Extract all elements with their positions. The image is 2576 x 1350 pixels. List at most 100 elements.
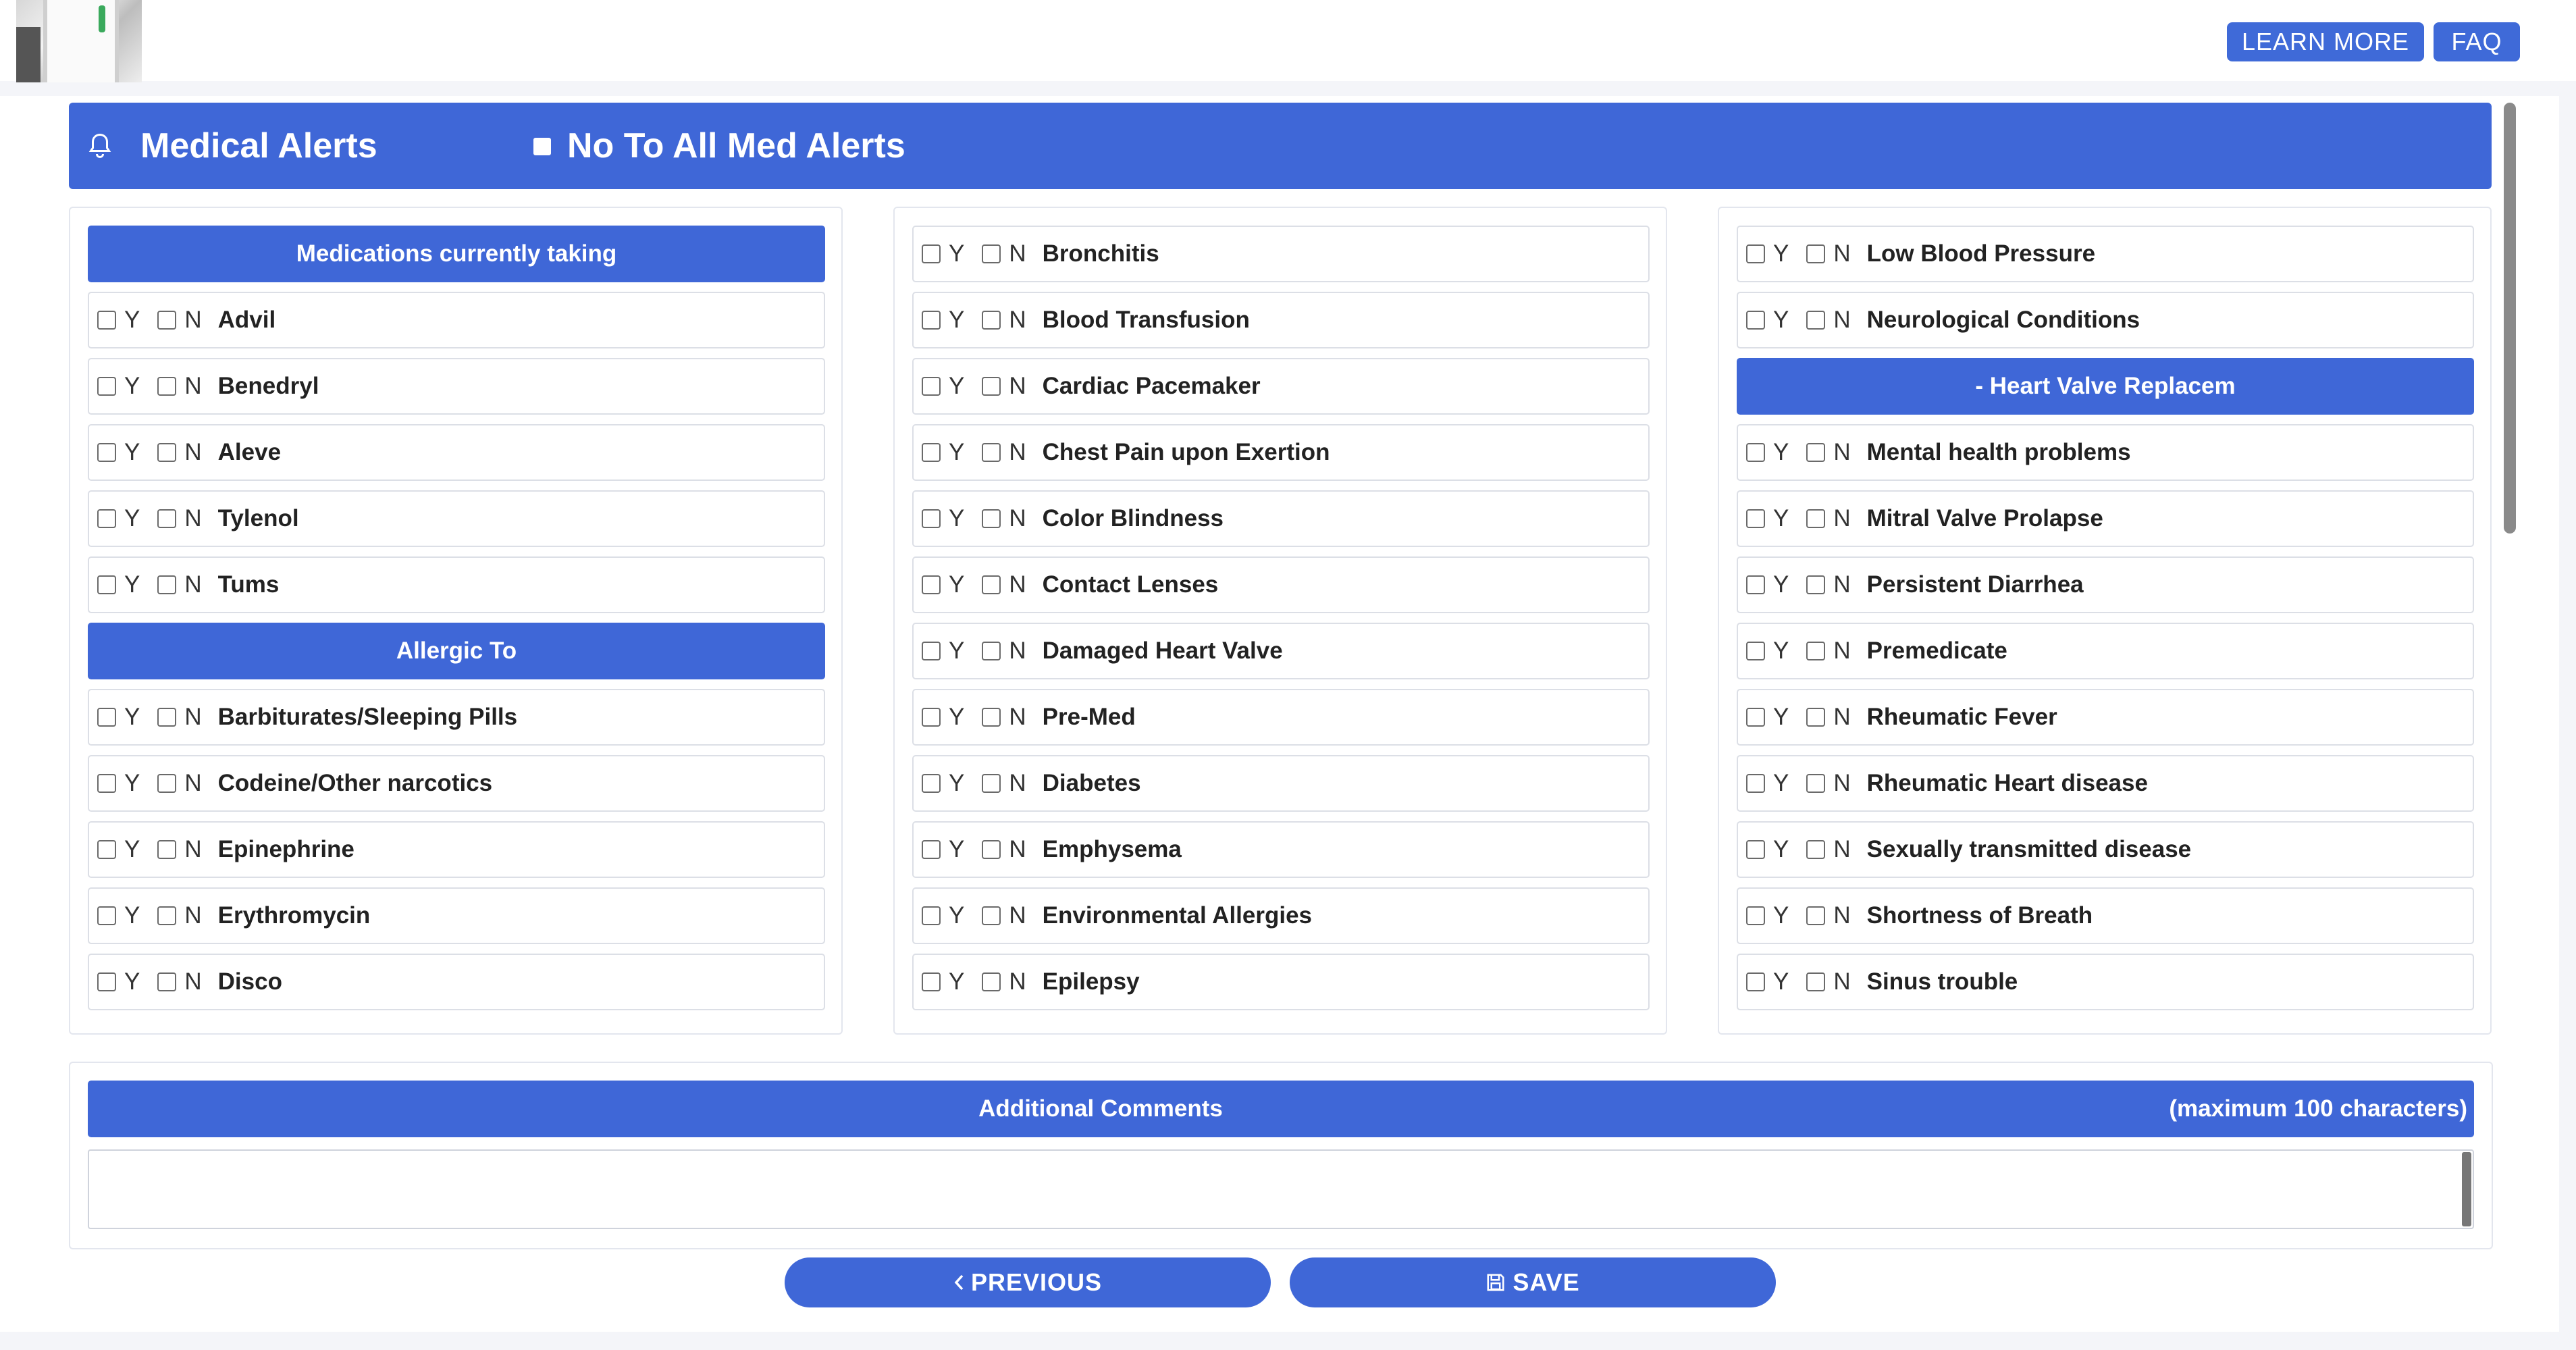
no-checkbox[interactable] — [1806, 642, 1826, 660]
yes-checkbox[interactable] — [1746, 443, 1765, 462]
no-checkbox[interactable] — [982, 509, 1001, 528]
yes-checkbox[interactable] — [97, 443, 116, 462]
no-label: N — [1833, 439, 1851, 465]
no-checkbox[interactable] — [982, 972, 1001, 991]
yes-checkbox[interactable] — [922, 377, 941, 396]
yes-label: Y — [124, 704, 140, 730]
alert-row: Y N Sinus trouble — [1737, 954, 2474, 1010]
alert-label: Low Blood Pressure — [1866, 240, 2096, 267]
no-checkbox[interactable] — [157, 906, 177, 925]
yes-checkbox[interactable] — [1746, 972, 1765, 991]
yes-checkbox[interactable] — [1746, 840, 1765, 859]
no-checkbox[interactable] — [982, 377, 1001, 396]
yes-checkbox[interactable] — [97, 774, 116, 793]
yes-checkbox[interactable] — [1746, 774, 1765, 793]
no-checkbox[interactable] — [1806, 311, 1826, 330]
no-checkbox[interactable] — [1806, 244, 1826, 263]
yes-checkbox[interactable] — [97, 708, 116, 727]
no-checkbox[interactable] — [157, 774, 177, 793]
no-checkbox[interactable] — [157, 575, 177, 594]
yes-checkbox[interactable] — [1746, 311, 1765, 330]
yes-checkbox[interactable] — [922, 906, 941, 925]
no-checkbox[interactable] — [982, 575, 1001, 594]
alert-label: Benedryl — [217, 373, 319, 399]
no-checkbox[interactable] — [1806, 509, 1826, 528]
yes-checkbox[interactable] — [922, 244, 941, 263]
no-checkbox[interactable] — [157, 708, 177, 727]
no-checkbox[interactable] — [1806, 575, 1826, 594]
yes-label: Y — [124, 505, 140, 531]
no-checkbox[interactable] — [1806, 443, 1826, 462]
no-checkbox[interactable] — [1806, 840, 1826, 859]
additional-comments-textarea[interactable] — [88, 1149, 2474, 1229]
yes-checkbox[interactable] — [1746, 708, 1765, 727]
yes-label: Y — [949, 704, 965, 730]
no-checkbox[interactable] — [982, 311, 1001, 330]
alert-row: Y N Damaged Heart Valve — [912, 623, 1650, 679]
no-checkbox[interactable] — [157, 840, 177, 859]
no-checkbox[interactable] — [157, 972, 177, 991]
yes-checkbox[interactable] — [922, 443, 941, 462]
section-header: - Heart Valve Replacem — [1737, 358, 2474, 415]
no-checkbox[interactable] — [1806, 972, 1826, 991]
yes-label: Y — [1773, 505, 1789, 531]
yes-label: Y — [124, 307, 140, 333]
yes-checkbox[interactable] — [1746, 642, 1765, 660]
no-checkbox[interactable] — [157, 509, 177, 528]
alerts-column-2: Y N Bronchitis Y N Blood Transfusion Y N Cardiac… — [893, 207, 1667, 1035]
yes-checkbox[interactable] — [97, 509, 116, 528]
alert-label: Pre-Med — [1042, 704, 1136, 730]
no-label: N — [1009, 240, 1026, 267]
no-checkbox[interactable] — [1806, 708, 1826, 727]
yes-checkbox[interactable] — [922, 311, 941, 330]
no-checkbox[interactable] — [157, 311, 177, 330]
yes-checkbox[interactable] — [97, 377, 116, 396]
yes-checkbox[interactable] — [922, 972, 941, 991]
no-to-all-checkbox[interactable] — [533, 138, 551, 155]
no-checkbox[interactable] — [1806, 774, 1826, 793]
yes-checkbox[interactable] — [1746, 575, 1765, 594]
no-checkbox[interactable] — [982, 642, 1001, 660]
yes-checkbox[interactable] — [97, 575, 116, 594]
faq-button[interactable]: FAQ — [2434, 22, 2520, 61]
yes-checkbox[interactable] — [1746, 906, 1765, 925]
additional-comments-panel: Additional Comments (maximum 100 charact… — [69, 1062, 2493, 1249]
learn-more-button[interactable]: LEARN MORE — [2227, 22, 2424, 61]
yes-label: Y — [1773, 638, 1789, 664]
additional-comments-title: Additional Comments — [978, 1095, 1223, 1122]
no-checkbox[interactable] — [157, 377, 177, 396]
no-checkbox[interactable] — [982, 708, 1001, 727]
no-to-all-label[interactable]: No To All Med Alerts — [567, 123, 905, 169]
yes-label: Y — [1773, 836, 1789, 862]
textarea-scrollbar[interactable] — [2462, 1152, 2471, 1226]
no-checkbox[interactable] — [982, 443, 1001, 462]
alert-label: Blood Transfusion — [1042, 307, 1250, 333]
yes-checkbox[interactable] — [922, 708, 941, 727]
save-button[interactable]: SAVE — [1290, 1257, 1776, 1307]
yes-checkbox[interactable] — [97, 311, 116, 330]
page-scrollbar[interactable] — [2504, 103, 2516, 534]
yes-checkbox[interactable] — [922, 840, 941, 859]
yes-checkbox[interactable] — [97, 906, 116, 925]
yes-label: Y — [124, 571, 140, 598]
no-checkbox[interactable] — [982, 774, 1001, 793]
alert-label: Cardiac Pacemaker — [1042, 373, 1261, 399]
yes-checkbox[interactable] — [97, 972, 116, 991]
no-checkbox[interactable] — [1806, 906, 1826, 925]
no-checkbox[interactable] — [982, 906, 1001, 925]
alert-label: Color Blindness — [1042, 505, 1224, 531]
yes-checkbox[interactable] — [97, 840, 116, 859]
yes-checkbox[interactable] — [1746, 244, 1765, 263]
no-checkbox[interactable] — [982, 840, 1001, 859]
previous-button[interactable]: PREVIOUS — [785, 1257, 1271, 1307]
no-checkbox[interactable] — [982, 244, 1001, 263]
yes-checkbox[interactable] — [922, 509, 941, 528]
yes-checkbox[interactable] — [922, 642, 941, 660]
yes-checkbox[interactable] — [922, 774, 941, 793]
alert-label: Tums — [217, 571, 280, 598]
no-checkbox[interactable] — [157, 443, 177, 462]
yes-checkbox[interactable] — [922, 575, 941, 594]
additional-comments-header: Additional Comments (maximum 100 charact… — [88, 1081, 2474, 1137]
yes-checkbox[interactable] — [1746, 509, 1765, 528]
alert-row: Y N Epinephrine — [88, 821, 825, 878]
